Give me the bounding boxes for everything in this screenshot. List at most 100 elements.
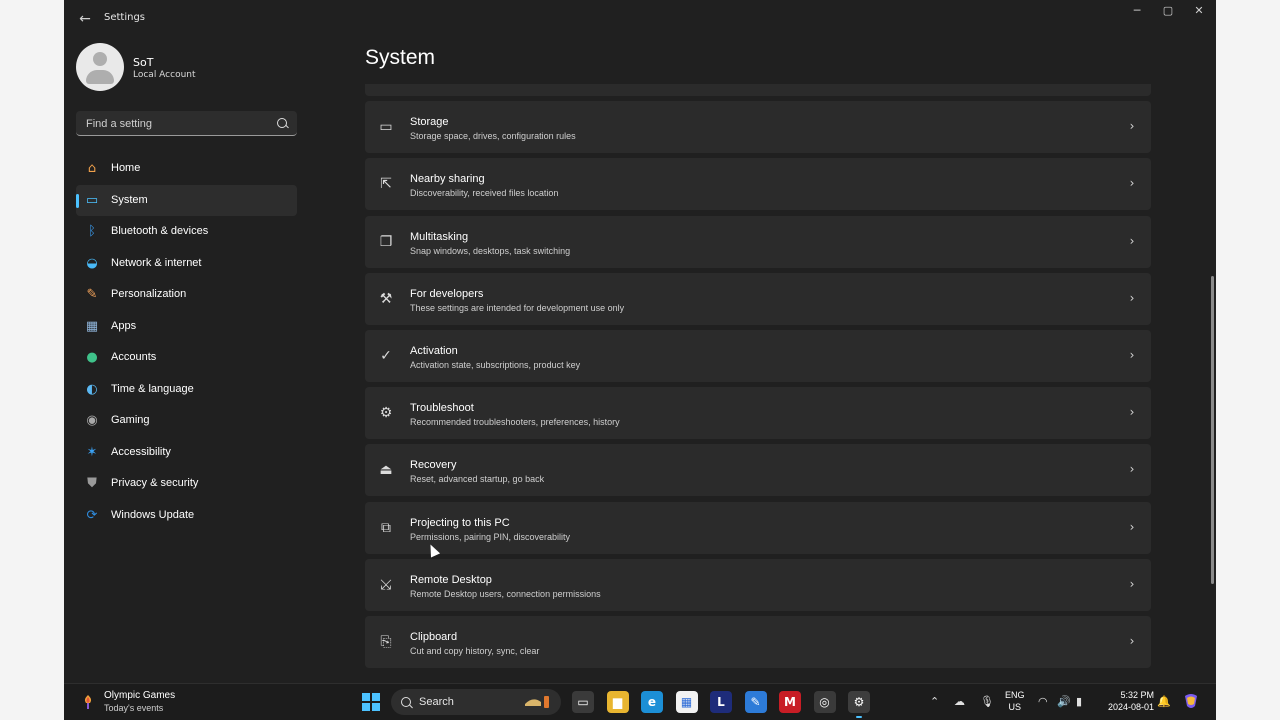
sidebar-item-gaming[interactable]: ◉ Gaming [76, 405, 297, 437]
settings-item-troubleshoot[interactable]: ⚙ Troubleshoot Recommended troubleshooters… [365, 387, 1151, 440]
settings-item-subtitle: Storage space, drives, configuration rul… [410, 131, 576, 142]
shield-icon: ⛊ [87, 476, 97, 491]
settings-item-activation[interactable]: ✓ Activation Activation state, subscriptio… [365, 330, 1151, 382]
widget-title[interactable]: Olympic Games [104, 690, 175, 701]
chevron-right-icon: › [1129, 405, 1135, 420]
sidebar-item-apps[interactable]: ▦ Apps [76, 311, 297, 343]
projecting-icon: ⧉ [381, 519, 391, 536]
sidebar-item-label: Accessibility [111, 445, 171, 458]
sidebar-item-accessibility[interactable]: ✶ Accessibility [76, 437, 297, 469]
clipboard-icon: ⎘ [380, 634, 392, 650]
settings-item-multitasking[interactable]: ❐ Multitasking Snap windows, desktops, tas… [365, 215, 1151, 268]
apps-icon: ▦ [85, 318, 99, 334]
settings-item-clipboard[interactable]: ⎘ Clipboard Cut and copy history, sync, cl… [365, 616, 1151, 668]
sidebar-item-label: Windows Update [111, 508, 195, 521]
chrome-app[interactable]: ◎ [813, 691, 836, 713]
settings-item-partial[interactable] [365, 84, 1151, 96]
store-app[interactable]: ▦ [675, 691, 698, 713]
window-title: Settings [104, 12, 146, 23]
battery-icon[interactable]: ▮ [1076, 695, 1082, 709]
settings-item-title: Projecting to this PC [410, 516, 510, 529]
settings-item-subtitle: Reset, advanced startup, go back [410, 474, 545, 485]
settings-item-title: For developers [410, 287, 484, 300]
taskbar-search[interactable]: Search [391, 689, 561, 715]
settings-item-remote-desktop[interactable]: ⤩ Remote Desktop Remote Desktop users, con… [365, 558, 1151, 611]
scrollbar[interactable] [1211, 276, 1214, 584]
sidebar-item-privacy-security[interactable]: ⛊ Privacy & security [76, 468, 297, 500]
developer-tools-icon: ⚒ [379, 290, 393, 307]
region-code: US [1008, 702, 1022, 712]
microphone-icon[interactable]: 🎙 [980, 695, 994, 709]
clock-time: 5:32 PM [1120, 690, 1154, 700]
close-button[interactable]: ✕ [1188, 4, 1210, 18]
settings-item-title: Remote Desktop [410, 573, 492, 586]
sidebar-item-label: Personalization [111, 288, 187, 300]
sidebar-item-label: Time & language [111, 382, 194, 395]
settings-item-subtitle: Permissions, pairing PIN, discoverabilit… [410, 531, 571, 542]
chevron-up-icon[interactable]: ⌃ [930, 695, 939, 709]
sidebar-item-label: Home [111, 162, 141, 174]
mcafee-app[interactable]: M [779, 691, 801, 713]
cloud-icon[interactable]: ☁ [954, 695, 965, 709]
search-icon[interactable] [277, 118, 287, 128]
settings-item-storage[interactable]: ▭ Storage Storage space, drives, configura… [365, 101, 1151, 154]
settings-window: ← Settings ─ ▢ ✕ SoT Local Account ⌂ Home… [64, 0, 1216, 720]
widget-subtitle[interactable]: Today's events [104, 703, 163, 713]
settings-item-title: Storage [410, 116, 449, 129]
language-indicator[interactable]: ENG US [1005, 689, 1025, 713]
settings-item-title: Activation [410, 345, 458, 357]
sidebar-item-label: Bluetooth & devices [111, 225, 209, 237]
search-input[interactable] [84, 115, 268, 133]
settings-item-for-developers[interactable]: ⚒ For developers These settings are intend… [365, 272, 1151, 325]
sidebar-item-bluetooth-devices[interactable]: ᛒ Bluetooth & devices [76, 216, 297, 248]
l-app[interactable]: L [710, 691, 732, 713]
clock[interactable]: 5:32 PM 2024-08-01 [1102, 689, 1154, 713]
start-button[interactable] [362, 693, 380, 711]
settings-item-title: Troubleshoot [410, 402, 474, 415]
search-icon [401, 697, 411, 707]
avatar-head [93, 52, 107, 66]
bluetooth-icon: ᛒ [88, 224, 96, 239]
pen-app[interactable]: ✎ [744, 691, 767, 713]
sidebar-item-label: System [111, 193, 148, 206]
sidebar-item-network-internet[interactable]: ◒ Network & internet [76, 248, 297, 280]
settings-item-subtitle: Activation state, subscriptions, product… [410, 360, 581, 370]
settings-item-subtitle: These settings are intended for developm… [410, 302, 625, 313]
back-arrow-icon[interactable]: ← [76, 9, 94, 29]
taskview-app[interactable]: ▭ [572, 691, 594, 713]
volume-icon[interactable]: 🔊 [1057, 695, 1071, 709]
wifi-icon[interactable]: ◠ [1038, 695, 1048, 709]
system-icon: ▭ [85, 192, 99, 208]
sidebar-item-personalization[interactable]: ✎ Personalization [76, 279, 297, 311]
maximize-button[interactable]: ▢ [1157, 4, 1179, 18]
sidebar-item-label: Apps [111, 319, 137, 332]
search-highlight-icon [525, 696, 549, 708]
sidebar-item-system[interactable]: ▭ System [76, 184, 297, 216]
sidebar-item-home[interactable]: ⌂ Home [76, 153, 297, 185]
file-explorer-app[interactable]: ▆ [606, 691, 629, 713]
settings-item-title: Clipboard [410, 631, 458, 643]
find-setting-search[interactable] [76, 111, 297, 136]
sidebar-item-time-language[interactable]: ◐ Time & language [76, 374, 297, 406]
check-circle-icon: ✓ [380, 348, 392, 364]
copilot-icon[interactable] [1182, 692, 1200, 714]
torch-icon[interactable] [82, 694, 94, 710]
settings-item-title: Recovery [410, 459, 457, 472]
settings-item-nearby-sharing[interactable]: ⇱ Nearby sharing Discoverability, received… [365, 158, 1151, 211]
settings-item-title: Nearby sharing [410, 173, 485, 186]
avatar[interactable] [76, 43, 124, 91]
settings-item-subtitle: Snap windows, desktops, task switching [410, 245, 571, 256]
recovery-icon: ⏏ [379, 462, 393, 479]
settings-item-recovery[interactable]: ⏏ Recovery Reset, advanced startup, go bac… [365, 444, 1151, 497]
chevron-right-icon: › [1129, 290, 1135, 305]
settings-app[interactable]: ⚙ [848, 691, 870, 718]
wrench-icon: ⚙ [379, 405, 393, 422]
minimize-button[interactable]: ─ [1126, 4, 1148, 18]
settings-item-projecting-to-this-pc[interactable]: ⧉ Projecting to this PC Permissions, pairi… [365, 501, 1151, 554]
edge-app[interactable]: e [641, 691, 663, 713]
settings-item-subtitle: Cut and copy history, sync, clear [410, 646, 540, 656]
notification-bell-icon[interactable]: 🔔 [1157, 695, 1171, 709]
sidebar-item-windows-update[interactable]: ⟳ Windows Update [76, 500, 297, 532]
sidebar-item-accounts[interactable]: ● Accounts [76, 342, 297, 374]
clock-date: 2024-08-01 [1107, 702, 1154, 712]
